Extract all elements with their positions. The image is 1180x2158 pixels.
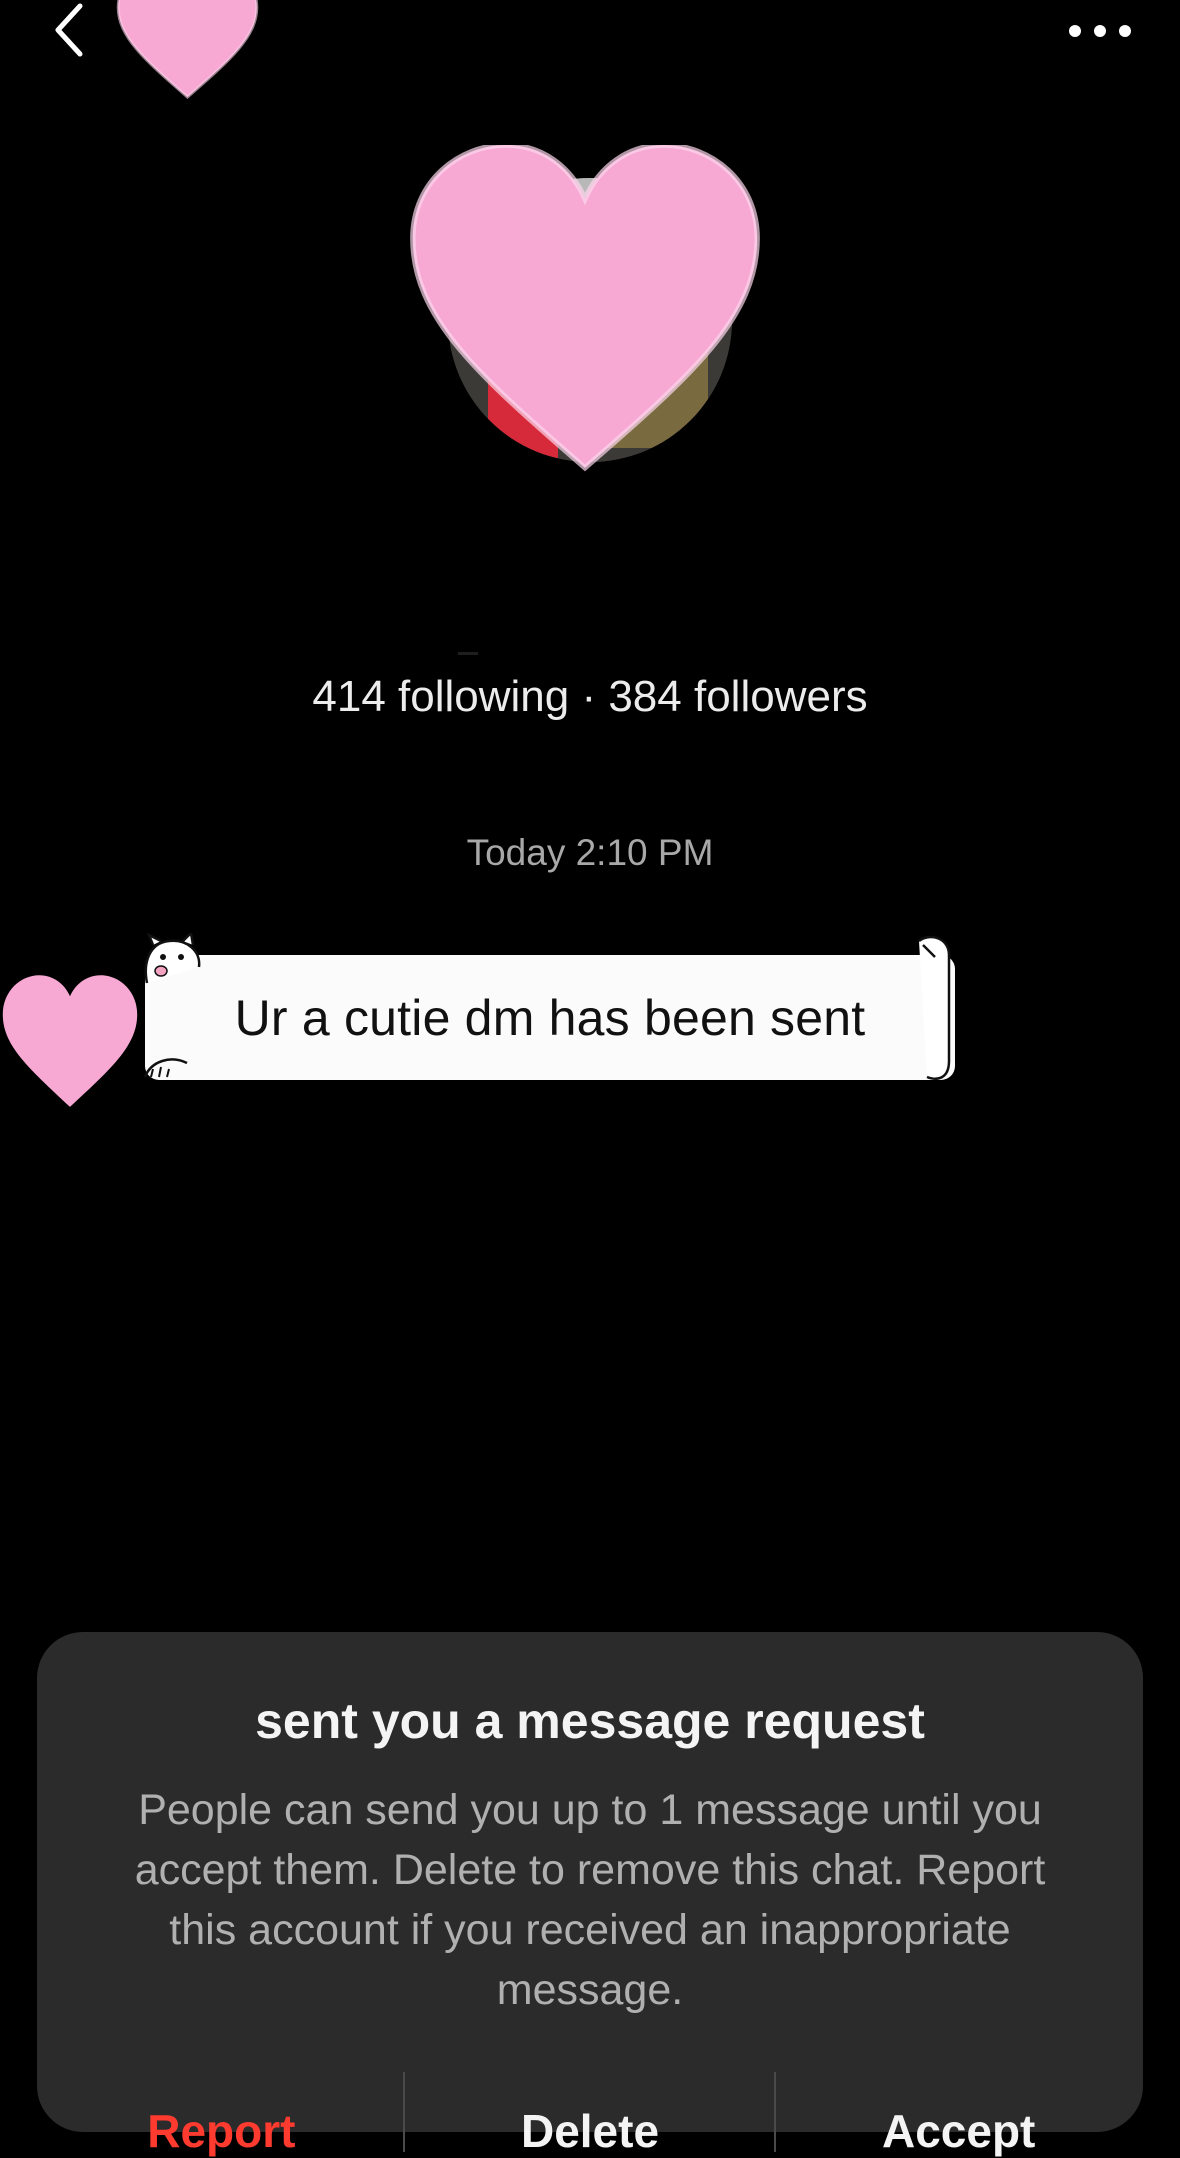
top-bar	[0, 0, 1180, 100]
follow-stats[interactable]: 414 following · 384 followers	[0, 672, 1180, 722]
paw-doodle-icon	[143, 1058, 188, 1078]
more-options-button[interactable]	[1060, 6, 1140, 56]
message-request-panel: sent you a message request People can se…	[37, 1632, 1143, 2157]
request-description: People can send you up to 1 message unti…	[134, 1786, 1046, 2014]
sender-avatar-heart-icon[interactable]	[0, 975, 140, 1110]
back-button[interactable]	[40, 0, 100, 60]
chevron-left-icon	[55, 3, 83, 57]
more-horizontal-icon	[1069, 25, 1131, 37]
report-button[interactable]: Report	[37, 2062, 406, 2157]
request-actions: Report Delete Accept	[37, 2062, 1143, 2157]
accept-button[interactable]: Accept	[774, 2062, 1143, 2157]
delete-button[interactable]: Delete	[406, 2062, 775, 2157]
heart-sticker-icon	[410, 145, 760, 472]
message-text: Ur a cutie dm has been sent	[234, 989, 866, 1046]
action-divider	[774, 2072, 776, 2152]
username-placeholder	[458, 652, 478, 655]
arm-doodle-icon	[918, 935, 951, 1080]
message-bubble[interactable]: Ur a cutie dm has been sent	[143, 933, 955, 1080]
request-title: sent you a message request	[255, 1693, 925, 1749]
action-divider	[403, 2072, 405, 2152]
heart-sticker-icon	[116, 0, 259, 100]
cat-doodle-icon	[144, 933, 201, 984]
message-timestamp: Today 2:10 PM	[466, 832, 714, 873]
